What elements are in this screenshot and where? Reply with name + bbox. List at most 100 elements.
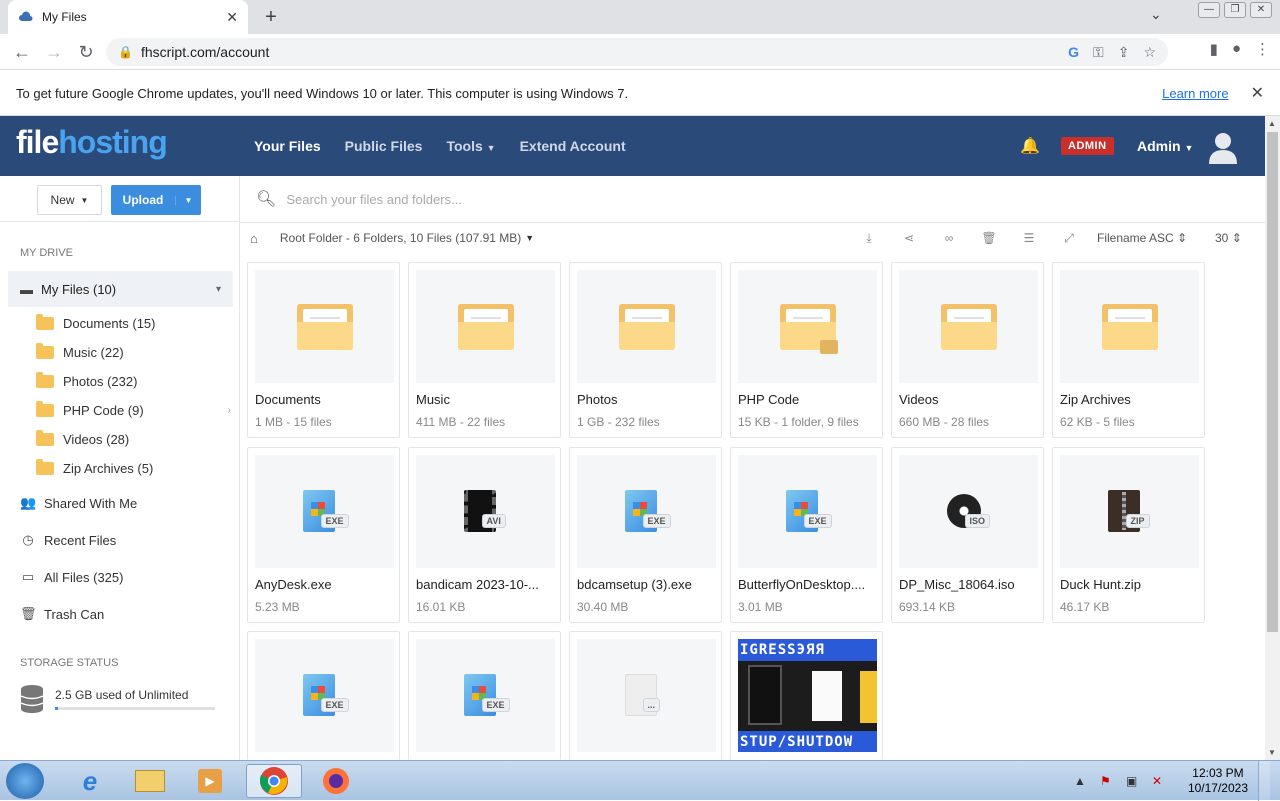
link-icon[interactable]: ∞ xyxy=(929,231,969,245)
file-card[interactable]: EXE bdcamsetup (3).exe 30.40 MB xyxy=(569,447,722,623)
lock-icon[interactable]: 🔒 xyxy=(118,45,133,59)
file-card[interactable]: EXE xyxy=(247,631,400,760)
file-card[interactable]: IGRESSЭЯЯ STUP/SHUTDOW xyxy=(730,631,883,760)
nav-extend-account[interactable]: Extend Account xyxy=(520,138,626,154)
restore-button[interactable]: ❐ xyxy=(1224,2,1246,18)
clock[interactable]: 12:03 PM 10/17/2023 xyxy=(1188,766,1248,796)
file-card[interactable]: EXE ButterflyOnDesktop.... 3.01 MB xyxy=(730,447,883,623)
bell-icon[interactable]: 🔔 xyxy=(1020,136,1040,156)
media-player-icon[interactable]: ▶ xyxy=(182,764,238,798)
key-icon[interactable]: ⚿ xyxy=(1093,44,1104,61)
caret-down-icon[interactable]: ▼ xyxy=(525,233,534,243)
search-icon: 🔍︎ xyxy=(256,191,277,208)
folder-card[interactable]: Music 411 MB - 22 files xyxy=(408,262,561,438)
file-card[interactable]: ZIP Duck Hunt.zip 46.17 KB xyxy=(1052,447,1205,623)
storage-text: 2.5 GB used of Unlimited xyxy=(55,688,189,702)
sidebar-item-all-files[interactable]: ▭ All Files (325) xyxy=(20,569,124,585)
network-icon[interactable]: ▣ xyxy=(1126,774,1142,788)
sidebar-item-music[interactable]: Music (22) xyxy=(36,343,231,360)
chrome-icon[interactable] xyxy=(246,764,302,798)
close-icon[interactable]: ✕ xyxy=(1251,83,1264,103)
list-view-icon[interactable]: ☰ xyxy=(1009,231,1049,245)
nav-tools[interactable]: Tools ▼ xyxy=(446,138,495,154)
file-explorer-icon[interactable] xyxy=(122,764,178,798)
start-button[interactable] xyxy=(6,763,44,799)
tray-expand-icon[interactable]: ▲ xyxy=(1074,774,1090,788)
chevron-down-icon[interactable]: ▾ xyxy=(216,284,221,295)
share-icon[interactable]: ⋖ xyxy=(889,231,929,245)
forward-button[interactable]: → xyxy=(38,36,70,68)
filehosting-logo[interactable]: filehosting xyxy=(16,124,168,161)
app-header: filehosting Your Files Public Files Tool… xyxy=(0,116,1265,176)
breadcrumb-root[interactable]: Root Folder - 6 Folders, 10 Files (107.9… xyxy=(280,231,521,245)
folder-card[interactable]: Documents 1 MB - 15 files xyxy=(247,262,400,438)
firefox-icon[interactable] xyxy=(308,764,364,798)
trash-icon[interactable]: 🗑 xyxy=(969,231,1009,245)
sidebar-item-my-files[interactable]: ▬ My Files (10) ▾ xyxy=(8,271,233,307)
share-icon[interactable]: ⇪ xyxy=(1118,44,1130,61)
user-menu[interactable]: Admin ▼ xyxy=(1137,138,1193,154)
sidebar-item-shared[interactable]: 👥 Shared With Me xyxy=(20,495,137,511)
nav-your-files[interactable]: Your Files xyxy=(254,138,321,154)
home-icon[interactable]: ⌂ xyxy=(250,231,258,246)
folder-card[interactable]: Photos 1 GB - 232 files xyxy=(569,262,722,438)
folder-icon xyxy=(296,303,353,350)
file-card[interactable]: AVI bandicam 2023-10-... 16.01 KB xyxy=(408,447,561,623)
back-button[interactable]: ← xyxy=(6,36,38,68)
sidebar-item-zip-archives[interactable]: Zip Archives (5) xyxy=(36,459,231,476)
sidebar-item-recent[interactable]: ◷ Recent Files xyxy=(20,532,116,548)
sidebar-item-documents[interactable]: Documents (15) xyxy=(36,314,231,331)
scrollbar-thumb[interactable] xyxy=(1267,132,1278,632)
new-tab-button[interactable]: + xyxy=(258,4,284,30)
sidebar-item-trash[interactable]: 🗑 Trash Can xyxy=(20,606,104,622)
download-icon[interactable]: ⤓ xyxy=(849,231,889,246)
internet-explorer-icon[interactable]: e xyxy=(62,764,118,798)
search-input[interactable] xyxy=(286,191,887,207)
browser-tab[interactable]: My Files ✕ xyxy=(8,0,248,34)
reload-button[interactable]: ↻ xyxy=(70,36,102,68)
show-desktop-button[interactable] xyxy=(1258,761,1270,801)
sort-select[interactable]: Filename ASC ⇕ xyxy=(1089,231,1207,245)
sidebar-item-php-code[interactable]: PHP Code (9) › xyxy=(36,401,231,418)
chevron-down-icon[interactable]: ⌄ xyxy=(1150,6,1162,23)
upload-dropdown-caret[interactable]: ▼ xyxy=(175,195,201,205)
sidebar-item-photos[interactable]: Photos (232) xyxy=(36,372,231,389)
nav-public-files[interactable]: Public Files xyxy=(345,138,423,154)
avatar[interactable] xyxy=(1208,130,1238,164)
scroll-up-icon[interactable]: ▲ xyxy=(1268,119,1276,128)
close-window-button[interactable]: ✕ xyxy=(1250,2,1272,18)
star-icon[interactable]: ☆ xyxy=(1143,44,1156,61)
file-card[interactable]: ... xyxy=(569,631,722,760)
page-scrollbar[interactable]: ▲ ▼ xyxy=(1265,116,1280,760)
new-button[interactable]: New ▼ xyxy=(37,185,102,215)
sidebar-item-videos[interactable]: Videos (28) xyxy=(36,430,231,447)
action-center-icon[interactable]: ⚑ xyxy=(1100,774,1116,788)
profile-icon[interactable]: ● xyxy=(1232,40,1241,58)
folder-card[interactable]: Videos 660 MB - 28 files xyxy=(891,262,1044,438)
storage-bar xyxy=(55,707,215,710)
learn-more-link[interactable]: Learn more xyxy=(1162,86,1228,101)
zip-file-icon: ZIP xyxy=(1107,489,1152,534)
file-card[interactable]: EXE xyxy=(408,631,561,760)
menu-icon[interactable]: ⋮ xyxy=(1255,40,1270,58)
chevron-right-icon[interactable]: › xyxy=(228,405,231,416)
file-card[interactable]: ISO DP_Misc_18064.iso 693.14 KB xyxy=(891,447,1044,623)
scroll-down-icon[interactable]: ▼ xyxy=(1268,748,1276,757)
close-tab-icon[interactable]: ✕ xyxy=(226,9,238,26)
browser-toolbar: ← → ↻ 🔒 fhscript.com/account G ⚿ ⇪ ☆ ▮ ●… xyxy=(0,34,1280,70)
exe-file-icon: EXE xyxy=(785,489,832,534)
folder-card[interactable]: PHP Code 15 KB - 1 folder, 9 files xyxy=(730,262,883,438)
search-row: 🔍︎ xyxy=(240,176,1265,223)
file-card[interactable]: EXE AnyDesk.exe 5.23 MB xyxy=(247,447,400,623)
minimize-button[interactable]: — xyxy=(1198,2,1220,18)
folder-card[interactable]: Zip Archives 62 KB - 5 files xyxy=(1052,262,1205,438)
address-bar[interactable]: 🔒 fhscript.com/account G ⚿ ⇪ ☆ xyxy=(106,38,1168,66)
google-translate-icon[interactable]: G xyxy=(1068,44,1079,61)
sidebar-toggle-icon[interactable]: ▮ xyxy=(1210,40,1218,58)
upload-button[interactable]: Upload ▼ xyxy=(111,185,201,215)
fullscreen-icon[interactable]: ⤢ xyxy=(1049,231,1089,246)
volume-muted-icon[interactable]: ✕ xyxy=(1152,774,1168,788)
per-page-select[interactable]: 30 ⇕ xyxy=(1207,231,1265,245)
admin-badge[interactable]: ADMIN xyxy=(1061,137,1114,155)
generic-file-icon: ... xyxy=(624,673,669,718)
